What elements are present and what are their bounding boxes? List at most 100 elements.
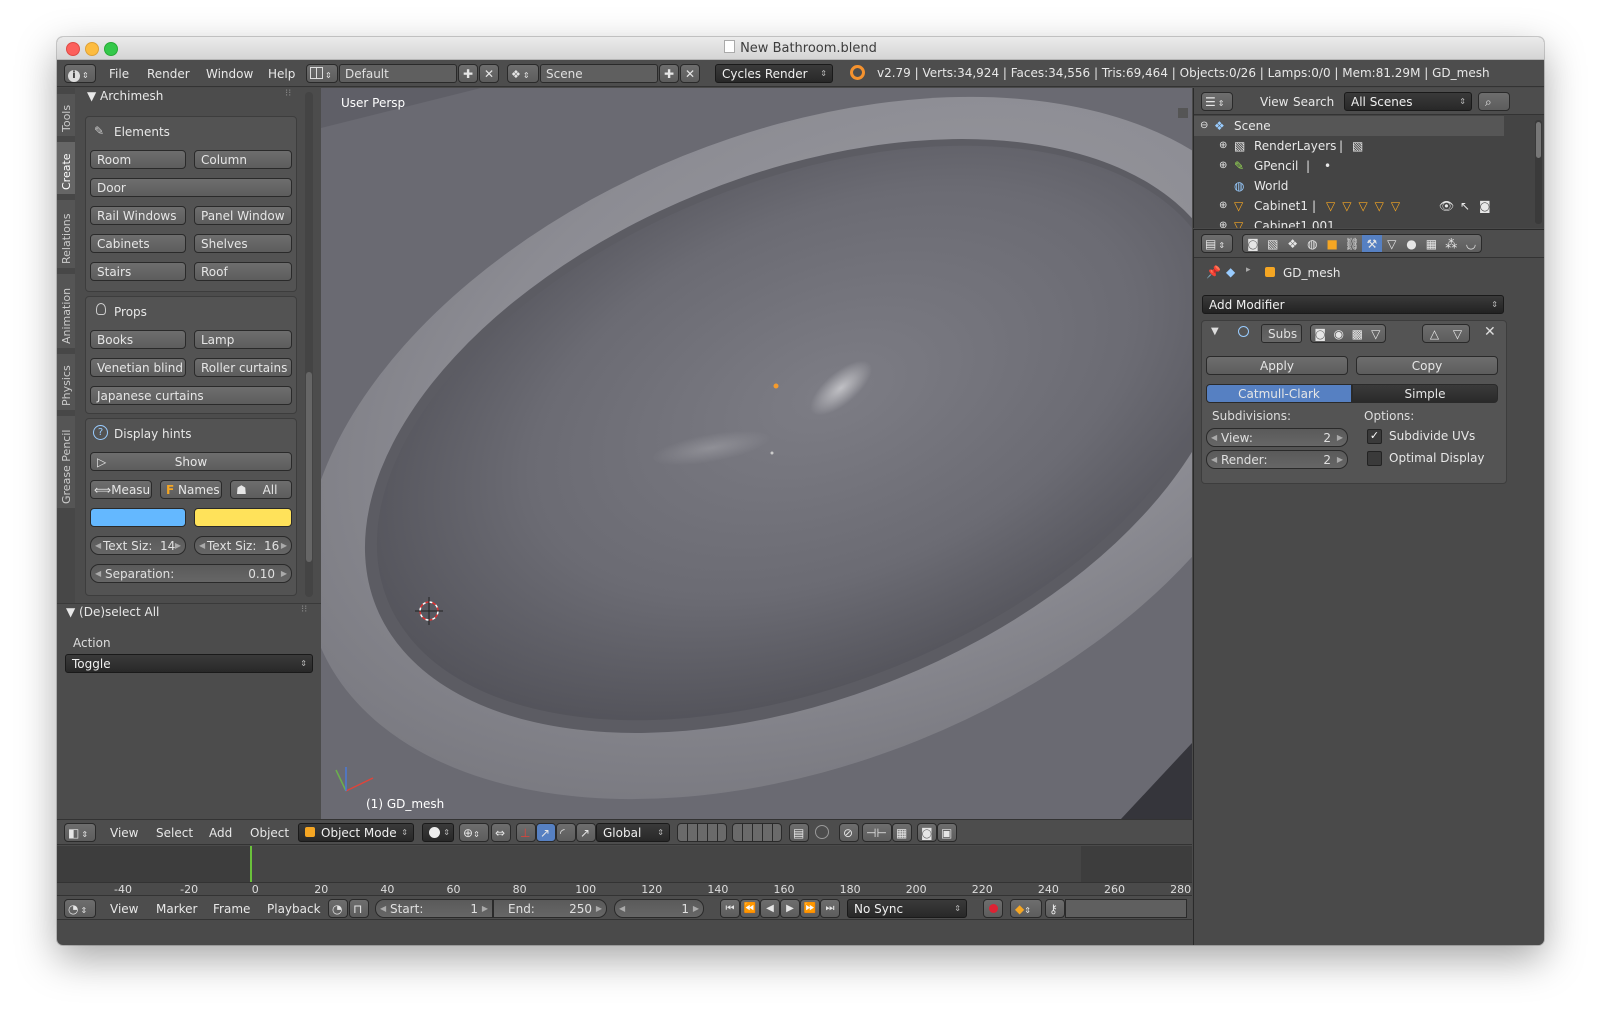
layers-group-a[interactable]: [677, 823, 727, 842]
venetian-blind-button[interactable]: Venetian blind: [90, 358, 186, 377]
tab-texture-icon[interactable]: ▦: [1421, 235, 1441, 252]
delete-layout-button[interactable]: ✕: [479, 64, 499, 83]
jump-end-button[interactable]: ⏭: [820, 899, 840, 918]
active-keying-set-field[interactable]: [1065, 899, 1187, 918]
cage-icon[interactable]: ▽: [1367, 325, 1386, 342]
editor-type-button[interactable]: ◔ ⇕: [64, 899, 96, 918]
close-icon[interactable]: ✕: [1484, 324, 1496, 340]
snap-element-select[interactable]: ⊣⊢: [862, 823, 892, 842]
current-frame-marker[interactable]: [250, 846, 252, 882]
lock-frame-toggle[interactable]: ⊓: [349, 899, 369, 918]
snap-toggle[interactable]: ⊘: [839, 823, 859, 842]
tab-render-icon[interactable]: ◙: [1243, 235, 1263, 252]
mode-select[interactable]: Object Mode ⇕: [298, 823, 414, 842]
render-image-button[interactable]: ◙: [917, 823, 937, 842]
outliner-item-cabinet1-001[interactable]: ⊕ ▽ Cabinet1.001: [1194, 216, 1504, 228]
names-toggle[interactable]: F Names: [160, 480, 222, 499]
scrollbar-thumb[interactable]: [306, 372, 312, 562]
modifier-name-field[interactable]: Subs: [1261, 324, 1302, 343]
scene-browse[interactable]: ❖ ⇕: [507, 64, 539, 83]
tab-create[interactable]: Create: [57, 142, 75, 194]
camera-icon[interactable]: ◙: [1479, 196, 1491, 216]
start-frame-field[interactable]: ◀ Start: 1 ▶: [375, 899, 493, 918]
auto-keying-toggle[interactable]: [983, 899, 1003, 918]
keying-set-select[interactable]: ◆⇕: [1010, 899, 1042, 918]
translate-toggle[interactable]: ⊥: [516, 823, 536, 842]
books-button[interactable]: Books: [90, 330, 186, 349]
jump-start-button[interactable]: ⏮: [720, 899, 740, 918]
layer-lock-button[interactable]: ▤: [789, 823, 809, 842]
rotate-toggle[interactable]: ↗: [536, 823, 556, 842]
copy-button[interactable]: Copy: [1356, 356, 1498, 375]
eye-icon[interactable]: ◉: [1330, 325, 1349, 342]
tab-physics-icon[interactable]: ◡: [1461, 235, 1481, 252]
current-frame-field[interactable]: ◀ 1 ▶: [614, 899, 704, 918]
hint-color-a[interactable]: [90, 508, 186, 527]
separation-field[interactable]: ◀ Separation: 0.10 ▶: [90, 564, 292, 583]
end-frame-field[interactable]: End: 250 ▶: [493, 899, 607, 918]
pivot-select[interactable]: ⊕⇕: [459, 823, 489, 842]
column-button[interactable]: Column: [194, 150, 292, 169]
timeline-area[interactable]: [57, 846, 1192, 895]
menu-help[interactable]: Help: [268, 63, 295, 85]
proportional-edit-icon[interactable]: [815, 825, 829, 839]
outliner-item-gpencil[interactable]: ⊕ ✎ GPencil | •: [1194, 156, 1504, 176]
add-layout-button[interactable]: ✚: [458, 64, 478, 83]
tab-animation[interactable]: Animation: [57, 274, 75, 348]
screen-layout-browse[interactable]: ⇕: [306, 64, 338, 83]
jump-keyframe-forward-button[interactable]: ⏩: [800, 899, 820, 918]
action-select[interactable]: Toggle ⇕: [65, 654, 313, 673]
tool-shelf-scrollbar[interactable]: [305, 92, 313, 597]
show-hints-button[interactable]: ▷ Show: [90, 452, 292, 471]
tab-object-icon[interactable]: ■: [1322, 235, 1342, 252]
text-size-a-field[interactable]: ◀ Text Siz: 14 ▶: [90, 536, 186, 555]
add-scene-button[interactable]: ✚: [659, 64, 679, 83]
panel-window-button[interactable]: Panel Window: [194, 206, 292, 225]
play-reverse-button[interactable]: ◀: [760, 899, 780, 918]
camera-icon[interactable]: ◙: [1311, 325, 1330, 342]
viewport-corner-widget[interactable]: [1178, 108, 1188, 118]
text-size-b-field[interactable]: ◀ Text Siz: 16 ▶: [194, 536, 292, 555]
subdivide-uvs-checkbox[interactable]: ✓: [1367, 429, 1382, 444]
tab-material-icon[interactable]: ●: [1402, 235, 1422, 252]
tab-data-icon[interactable]: ▽: [1382, 235, 1402, 252]
menu-playback[interactable]: Playback: [267, 898, 321, 920]
outliner-item-renderlayers[interactable]: ⊕ ▧ RenderLayers | ▧: [1194, 136, 1504, 156]
sync-mode-select[interactable]: No Sync ⇕: [847, 899, 967, 918]
all-toggle[interactable]: ☗ All: [230, 480, 292, 499]
operator-panel-header[interactable]: ▼ (De)select All: [66, 605, 159, 619]
menu-render[interactable]: Render: [147, 63, 190, 85]
jump-keyframe-back-button[interactable]: ⏪: [740, 899, 760, 918]
japanese-curtains-button[interactable]: Japanese curtains: [90, 386, 292, 405]
catmull-clark-button[interactable]: Catmull-Clark: [1206, 384, 1352, 403]
delete-scene-button[interactable]: ✕: [680, 64, 700, 83]
lamp-button[interactable]: Lamp: [194, 330, 292, 349]
tab-constraints-icon[interactable]: ⛓: [1342, 235, 1362, 252]
drag-handle-icon[interactable]: ⁝⁝: [285, 88, 291, 99]
move-down-icon[interactable]: ▽: [1446, 325, 1469, 342]
drag-handle-icon[interactable]: ⁝⁝: [301, 604, 307, 615]
render-engine-select[interactable]: Cycles Render ⇕: [715, 64, 833, 83]
editor-type-button[interactable]: i ⇕: [64, 64, 96, 83]
edit-mode-icon[interactable]: ▩: [1348, 325, 1367, 342]
stairs-button[interactable]: Stairs: [90, 262, 186, 281]
search-button[interactable]: ⌕: [1478, 92, 1510, 111]
menu-view[interactable]: View: [1260, 91, 1288, 113]
tab-world-icon[interactable]: ◍: [1302, 235, 1322, 252]
outliner-item-cabinet1[interactable]: ⊕ ▽ Cabinet1 | ▽▽▽▽▽ 👁 ↖ ◙: [1194, 196, 1504, 216]
tab-tools[interactable]: Tools: [57, 94, 75, 136]
cabinets-button[interactable]: Cabinets: [90, 234, 186, 253]
tab-grease-pencil[interactable]: Grease Pencil: [57, 416, 75, 508]
menu-file[interactable]: File: [109, 63, 129, 85]
editor-type-button[interactable]: ◧ ⇕: [64, 823, 96, 842]
add-modifier-select[interactable]: Add Modifier ⇕: [1202, 295, 1504, 314]
tab-relations[interactable]: Relations: [57, 200, 75, 268]
transform-orientation-select[interactable]: Global ⇕: [596, 823, 670, 842]
snap-target-button[interactable]: ▦: [892, 823, 912, 842]
outliner-item-scene[interactable]: ⊖ ❖ Scene: [1194, 116, 1504, 136]
3d-viewport[interactable]: User Persp (1) GD_mesh: [321, 88, 1192, 819]
tab-modifiers-icon[interactable]: ⚒: [1361, 235, 1382, 252]
pin-icon[interactable]: 📌: [1206, 265, 1221, 279]
archimesh-panel-header[interactable]: ▼ Archimesh: [87, 89, 163, 103]
tab-scene-icon[interactable]: ❖: [1283, 235, 1303, 252]
